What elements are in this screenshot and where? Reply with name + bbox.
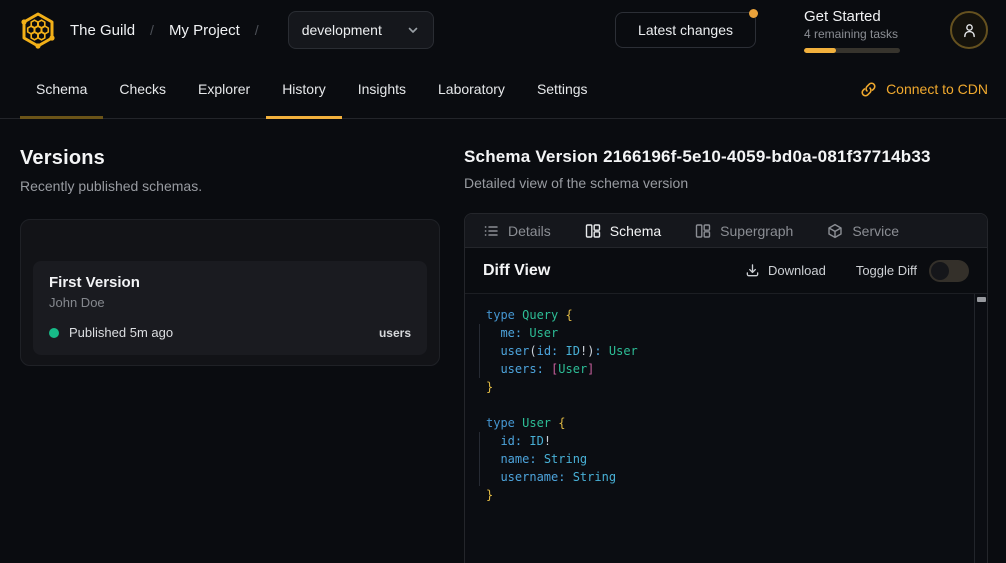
breadcrumb-org[interactable]: The Guild (70, 22, 135, 39)
code-line: id: ID! (486, 432, 961, 450)
tab-details-label: Details (508, 223, 551, 239)
code-line: users: [User] (486, 360, 961, 378)
progress-fill (804, 48, 836, 53)
schema-detail-card: Details Schema Supergr (464, 213, 988, 563)
code-line: type Query { (486, 306, 961, 324)
version-status: Published 5m ago (69, 325, 173, 340)
versions-list-card: First Version John Doe Published 5m ago … (20, 219, 440, 366)
main-content: Versions Recently published schemas. Fir… (0, 119, 1006, 563)
toggle-diff-label: Toggle Diff (856, 263, 917, 278)
download-icon (745, 263, 760, 278)
breadcrumb-separator: / (255, 22, 259, 38)
schema-version-panel: Schema Version 2166196f-5e10-4059-bd0a-0… (464, 119, 1006, 563)
diff-view-title: Diff View (483, 262, 550, 280)
versions-panel: Versions Recently published schemas. Fir… (0, 119, 464, 563)
toggle-diff-switch[interactable] (929, 260, 969, 282)
toggle-knob (931, 262, 949, 280)
cube-icon (827, 223, 843, 239)
nav-tab-explorer[interactable]: Explorer (182, 60, 266, 118)
columns-icon (585, 223, 601, 239)
tab-service[interactable]: Service (827, 223, 899, 239)
nav-tab-settings[interactable]: Settings (521, 60, 604, 118)
app-header: The Guild / My Project / development Lat… (0, 0, 1006, 60)
code-line: me: User (486, 324, 961, 342)
code-line: user(id: ID!): User (486, 342, 961, 360)
code-line: } (486, 378, 961, 396)
tab-supergraph-label: Supergraph (720, 223, 793, 239)
breadcrumb-separator: / (150, 22, 154, 38)
breadcrumb-project[interactable]: My Project (169, 22, 240, 39)
version-author: John Doe (49, 295, 411, 310)
latest-changes-label: Latest changes (638, 22, 733, 38)
detail-tabstrip: Details Schema Supergr (465, 214, 987, 248)
version-status-row: Published 5m ago users (49, 325, 411, 340)
get-started-widget[interactable]: Get Started 4 remaining tasks (804, 8, 900, 53)
tab-schema[interactable]: Schema (585, 223, 661, 239)
schema-version-title: Schema Version 2166196f-5e10-4059-bd0a-0… (464, 147, 988, 167)
hive-logo-icon[interactable] (18, 10, 58, 50)
code-scrollbar[interactable] (974, 294, 987, 563)
connect-cdn-button[interactable]: Connect to CDN (860, 60, 988, 118)
get-started-progressbar (804, 48, 900, 53)
chevron-down-icon (406, 23, 420, 37)
tab-details[interactable]: Details (483, 223, 551, 239)
nav-tab-schema[interactable]: Schema (20, 60, 103, 118)
code-line (486, 396, 961, 414)
diff-view-header: Diff View Download Toggle Diff (465, 248, 987, 294)
get-started-subtitle: 4 remaining tasks (804, 27, 900, 41)
schema-version-subtitle: Detailed view of the schema version (464, 175, 988, 191)
versions-subtitle: Recently published schemas. (20, 178, 440, 194)
code-line: username: String (486, 468, 961, 486)
version-service-badge: users (379, 326, 411, 340)
version-list-item[interactable]: First Version John Doe Published 5m ago … (33, 261, 427, 355)
version-name: First Version (49, 274, 411, 291)
code-line: name: String (486, 450, 961, 468)
tab-schema-label: Schema (610, 223, 661, 239)
list-icon (483, 223, 499, 239)
main-nav: Schema Checks Explorer History Insights … (0, 60, 1006, 119)
target-selector-value: development (302, 22, 382, 38)
tab-supergraph[interactable]: Supergraph (695, 223, 793, 239)
schema-code-viewer[interactable]: type Query { me: User user(id: ID!): Use… (465, 294, 987, 563)
columns-icon (695, 223, 711, 239)
link-icon (860, 81, 877, 98)
connect-cdn-label: Connect to CDN (886, 81, 988, 97)
latest-changes-button[interactable]: Latest changes (615, 12, 756, 48)
nav-tab-history[interactable]: History (266, 60, 342, 118)
target-selector[interactable]: development (288, 11, 434, 49)
download-label: Download (768, 263, 826, 278)
nav-tab-laboratory[interactable]: Laboratory (422, 60, 521, 118)
code-line: } (486, 486, 961, 504)
scrollbar-thumb[interactable] (977, 297, 986, 302)
versions-title: Versions (20, 147, 440, 170)
nav-tab-checks[interactable]: Checks (103, 60, 182, 118)
code-lines: type Query { me: User user(id: ID!): Use… (486, 306, 961, 504)
user-icon (961, 22, 978, 39)
user-avatar[interactable] (950, 11, 988, 49)
nav-tab-insights[interactable]: Insights (342, 60, 422, 118)
notification-dot (749, 9, 758, 18)
breadcrumb: The Guild / My Project / (70, 22, 274, 39)
get-started-title: Get Started (804, 8, 900, 25)
tab-service-label: Service (852, 223, 899, 239)
download-button[interactable]: Download (745, 263, 826, 278)
code-line: type User { (486, 414, 961, 432)
published-status-dot (49, 328, 59, 338)
